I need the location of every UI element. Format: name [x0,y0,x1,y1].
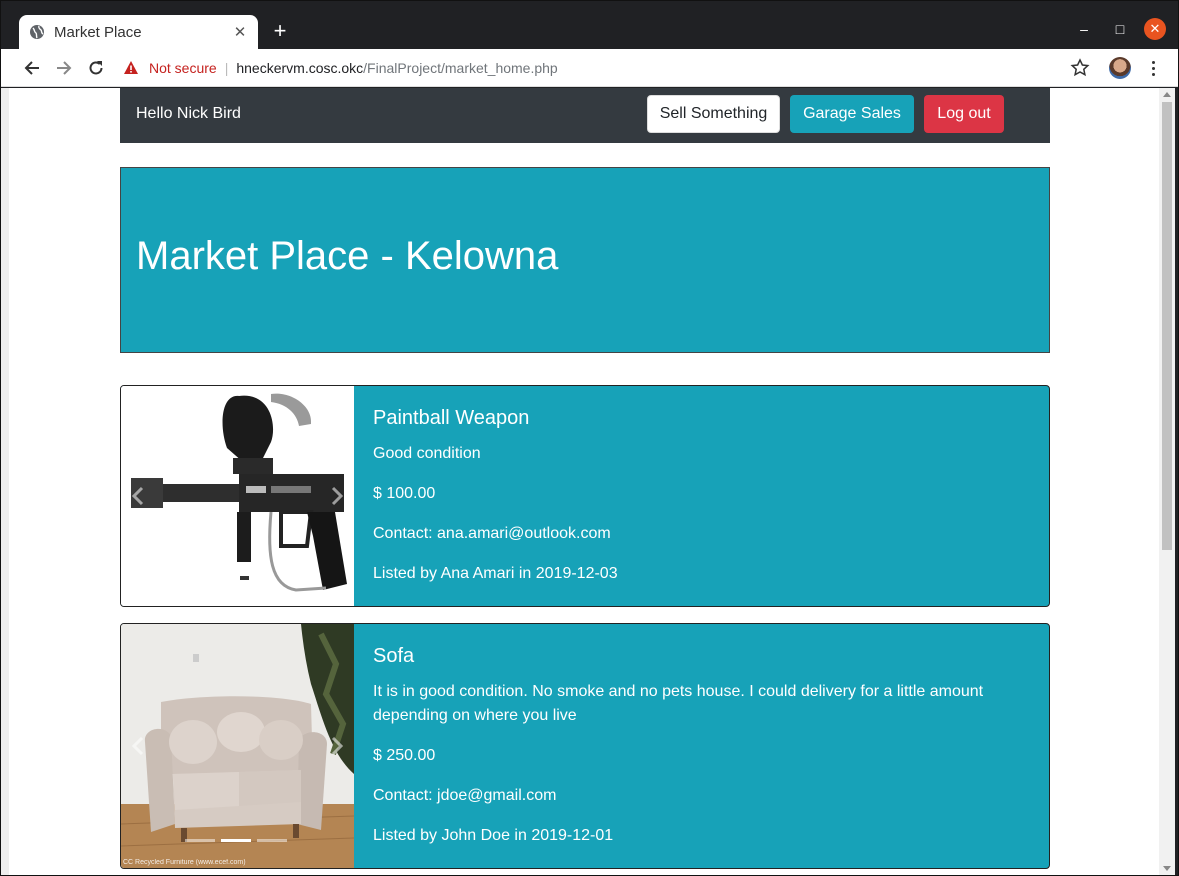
carousel-next-icon[interactable] [330,736,344,756]
browser-window: Market Place ✕ + – □ ✕ Not secure | hnec… [0,0,1179,876]
paintball-marker-image [121,386,354,606]
listing-contact: Contact: ana.amari@outlook.com [373,525,611,542]
close-window-icon[interactable]: ✕ [1144,18,1166,40]
carousel-prev-icon[interactable] [131,486,145,506]
carousel-indicator[interactable] [185,839,215,842]
carousel-next-icon[interactable] [330,486,344,506]
close-tab-icon[interactable]: ✕ [232,23,248,41]
address-toolbar: Not secure | hneckervm.cosc.okc /FinalPr… [1,49,1178,87]
tab-strip: Market Place ✕ + – □ ✕ [1,1,1178,49]
hero-jumbotron: Market Place - Kelowna [120,167,1050,353]
bookmark-star-icon[interactable] [1069,57,1091,79]
new-tab-icon[interactable]: + [269,19,291,43]
carousel-indicator[interactable] [257,839,287,842]
forward-arrow-icon[interactable] [52,56,76,80]
scroll-up-arrow[interactable] [1163,92,1171,97]
url-host: hneckervm.cosc.okc [236,60,364,76]
listing-meta: Listed by Ana Amari in 2019-12-03 [373,565,618,582]
globe-icon [30,25,44,39]
logout-button[interactable]: Log out [924,95,1004,133]
sofa-image [121,624,355,868]
user-greeting: Hello Nick Bird [136,105,241,122]
listing-contact: Contact: jdoe@gmail.com [373,787,557,804]
garage-sales-button[interactable]: Garage Sales [790,95,914,133]
scrollbar-thumb[interactable] [1162,102,1172,550]
sell-something-button[interactable]: Sell Something [647,95,780,133]
back-arrow-icon[interactable] [20,56,44,80]
browser-tab[interactable]: Market Place ✕ [19,15,258,49]
carousel-indicators [185,839,287,842]
maximize-icon[interactable]: □ [1108,17,1132,41]
listing-title: Paintball Weapon [373,407,530,429]
listing-carousel[interactable] [121,386,354,606]
url-separator: | [224,60,229,76]
listing-carousel[interactable]: CC Recycled Furniture (www.ecef.com) [121,624,355,868]
warning-icon [124,61,138,74]
page-viewport: Hello Nick Bird Sell Something Garage Sa… [9,88,1159,875]
listing-body: Paintball Weapon Good condition $ 100.00… [373,386,1029,602]
security-label[interactable]: Not secure [149,60,217,76]
top-navbar: Hello Nick Bird Sell Something Garage Sa… [120,88,1050,143]
url-bar[interactable]: Not secure | hneckervm.cosc.okc /FinalPr… [117,53,1095,83]
profile-avatar[interactable] [1109,57,1131,79]
listing-description: It is in good condition. No smoke and no… [373,683,984,724]
background-window-edge [1,88,9,875]
listing-description: Good condition [373,445,481,462]
listing-body: Sofa It is in good condition. No smoke a… [373,624,1029,864]
minimize-icon[interactable]: – [1072,17,1096,41]
menu-kebab-icon[interactable] [1145,57,1161,79]
scroll-down-arrow[interactable] [1163,866,1171,871]
image-credit: CC Recycled Furniture (www.ecef.com) [123,859,246,866]
listing-price: $ 100.00 [373,485,436,502]
page-title: Market Place - Kelowna [136,234,559,278]
carousel-prev-icon[interactable] [131,736,145,756]
listing-meta: Listed by John Doe in 2019-12-01 [373,827,614,844]
url-path: /FinalProject/market_home.php [363,60,558,76]
tab-title: Market Place [54,23,142,41]
listing-price: $ 250.00 [373,747,436,764]
vertical-scrollbar[interactable] [1159,88,1175,875]
listing-card: Paintball Weapon Good condition $ 100.00… [120,385,1050,607]
listing-title: Sofa [373,645,415,667]
carousel-indicator-active[interactable] [221,839,251,842]
listing-card: CC Recycled Furniture (www.ecef.com) Sof… [120,623,1050,869]
reload-icon[interactable] [84,56,108,80]
